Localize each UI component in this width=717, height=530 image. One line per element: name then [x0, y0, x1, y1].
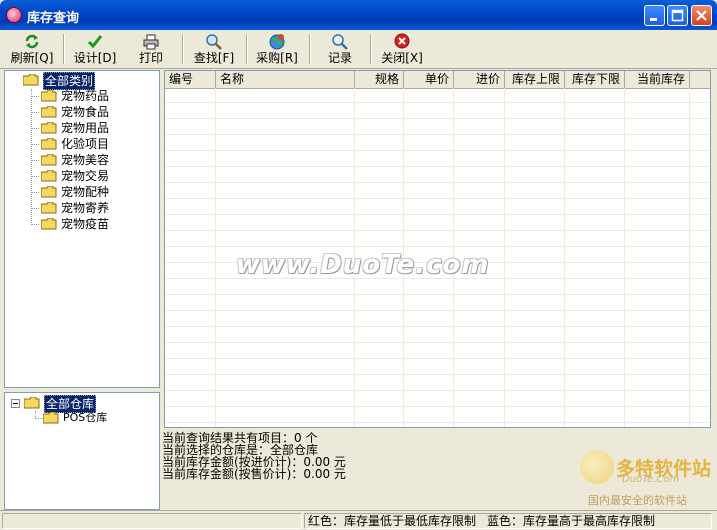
- find-button[interactable]: 查找[F]: [190, 32, 238, 66]
- search-record-icon: [332, 34, 348, 50]
- toolbar-separator: [309, 34, 311, 64]
- column-header-name[interactable]: 名称: [216, 71, 355, 88]
- title-bar[interactable]: 库存查询: [0, 0, 717, 30]
- folder-icon: [41, 122, 57, 134]
- category-label: 宠物药品: [61, 89, 110, 103]
- column-header-code[interactable]: 编号: [165, 71, 216, 88]
- warehouse-tree[interactable]: 全部仓库 POS仓库: [4, 392, 160, 510]
- checkmark-icon: [87, 35, 103, 49]
- folder-icon: [41, 90, 57, 102]
- refresh-label: 刷新[Q]: [10, 51, 54, 65]
- window-title: 库存查询: [27, 11, 80, 26]
- design-label: 设计[D]: [73, 51, 117, 65]
- close-window-button[interactable]: [691, 5, 712, 26]
- status-pane-blank: [2, 513, 302, 529]
- stop-icon: [394, 33, 410, 49]
- folder-icon: [23, 74, 39, 86]
- print-label: 打印: [138, 51, 163, 65]
- folder-icon: [41, 202, 57, 214]
- warehouse-item-label: POS仓库: [63, 411, 108, 424]
- tree-line: [31, 160, 39, 161]
- toolbar-separator: [63, 34, 65, 64]
- grid-line: [564, 88, 565, 427]
- record-button[interactable]: 记录: [320, 32, 360, 66]
- folder-icon: [41, 186, 57, 198]
- folder-icon: [41, 154, 57, 166]
- category-label: 宠物寄养: [61, 201, 110, 215]
- collapse-icon[interactable]: [11, 399, 20, 408]
- grid-line: [504, 88, 505, 427]
- tree-line: [31, 224, 39, 225]
- status-red-note: 红色：库存量低于最低库存限制: [308, 514, 477, 528]
- tree-line: [31, 89, 32, 225]
- category-label: 宠物食品: [61, 105, 110, 119]
- mascot-icon: [580, 450, 614, 484]
- logo-site: DuoTe.Com: [622, 474, 680, 485]
- maximize-icon: [671, 9, 684, 22]
- tree-line: [31, 128, 39, 129]
- open-folder-icon: [24, 397, 40, 409]
- app-icon: [6, 7, 22, 23]
- grid-line: [624, 88, 625, 427]
- grid-line: [215, 88, 216, 427]
- inventory-grid[interactable]: 编号 名称 规格 单价 进价 库存上限 库存下限 当前库存: [164, 70, 711, 428]
- duote-logo: 多特软件站 DuoTe.Com 国内最安全的软件站: [580, 450, 715, 510]
- tree-line: [31, 112, 39, 113]
- tree-line: [31, 192, 39, 193]
- toolbar: 刷新[Q] 设计[D] 打印 查找[F] 采购[R] 记录 关闭[X]: [0, 30, 717, 69]
- column-header-cost[interactable]: 进价: [454, 71, 505, 88]
- tree-line: [31, 176, 39, 177]
- refresh-button[interactable]: 刷新[Q]: [8, 32, 56, 66]
- summary-sale-value: 当前库存金额(按售价计)：0.00 元: [162, 467, 346, 481]
- folder-icon: [41, 218, 57, 230]
- close-icon: [696, 10, 707, 21]
- toolbar-separator: [246, 34, 248, 64]
- folder-icon: [41, 138, 57, 150]
- logo-tagline: 国内最安全的软件站: [588, 494, 687, 507]
- tree-line: [35, 418, 43, 419]
- toolbar-separator: [182, 34, 184, 64]
- grid-line: [689, 88, 690, 427]
- record-label: 记录: [327, 51, 352, 65]
- purchase-button[interactable]: 采购[R]: [253, 32, 301, 66]
- printer-icon: [143, 34, 159, 50]
- column-header-price[interactable]: 单价: [404, 71, 454, 88]
- close-button[interactable]: 关闭[X]: [378, 32, 426, 66]
- design-button[interactable]: 设计[D]: [71, 32, 119, 66]
- category-label: 宠物交易: [61, 169, 110, 183]
- column-header-stock-min[interactable]: 库存下限: [565, 71, 625, 88]
- status-blue-note: 蓝色：库存量高于最高库存限制: [487, 514, 656, 528]
- minimize-icon: [650, 18, 657, 21]
- category-label: 化验项目: [61, 137, 110, 151]
- inventory-query-window: 库存查询 刷新[Q] 设计[D] 打印 查找[F] 采购[R] 记录 关闭[X]…: [0, 0, 717, 530]
- maximize-button[interactable]: [667, 5, 688, 26]
- folder-icon: [41, 106, 57, 118]
- grid-header: 编号 名称 规格 单价 进价 库存上限 库存下限 当前库存: [165, 71, 710, 89]
- watermark-text: www.DuoTe.com: [236, 250, 490, 280]
- category-label: 宠物用品: [61, 121, 110, 135]
- minimize-button[interactable]: [644, 5, 665, 26]
- category-label: 宠物疫苗: [61, 217, 110, 231]
- globe-icon: [269, 34, 285, 50]
- tree-line: [31, 96, 39, 97]
- find-label: 查找[F]: [193, 51, 235, 65]
- folder-icon: [43, 412, 59, 424]
- refresh-icon: [25, 34, 39, 49]
- magnifier-icon: [206, 34, 222, 50]
- toolbar-separator: [370, 34, 372, 64]
- category-label: 宠物配种: [61, 185, 110, 199]
- column-header-current-stock[interactable]: 当前库存: [625, 71, 690, 88]
- category-label: 宠物美容: [61, 153, 110, 167]
- column-header-spec[interactable]: 规格: [355, 71, 404, 88]
- folder-icon: [41, 170, 57, 182]
- close-label: 关闭[X]: [381, 51, 423, 65]
- category-tree[interactable]: 全部类别 宠物药品 宠物食品 宠物用品 化验项目 宠物美容 宠物交易 宠物配种 宠物寄养 宠物疫…: [4, 70, 160, 388]
- tree-line: [31, 144, 39, 145]
- tree-line: [31, 208, 39, 209]
- purchase-label: 采购[R]: [256, 51, 298, 65]
- print-button[interactable]: 打印: [131, 32, 171, 66]
- column-header-stock-max[interactable]: 库存上限: [505, 71, 565, 88]
- status-bar: 红色：库存量低于最低库存限制 蓝色：库存量高于最高库存限制: [0, 510, 717, 530]
